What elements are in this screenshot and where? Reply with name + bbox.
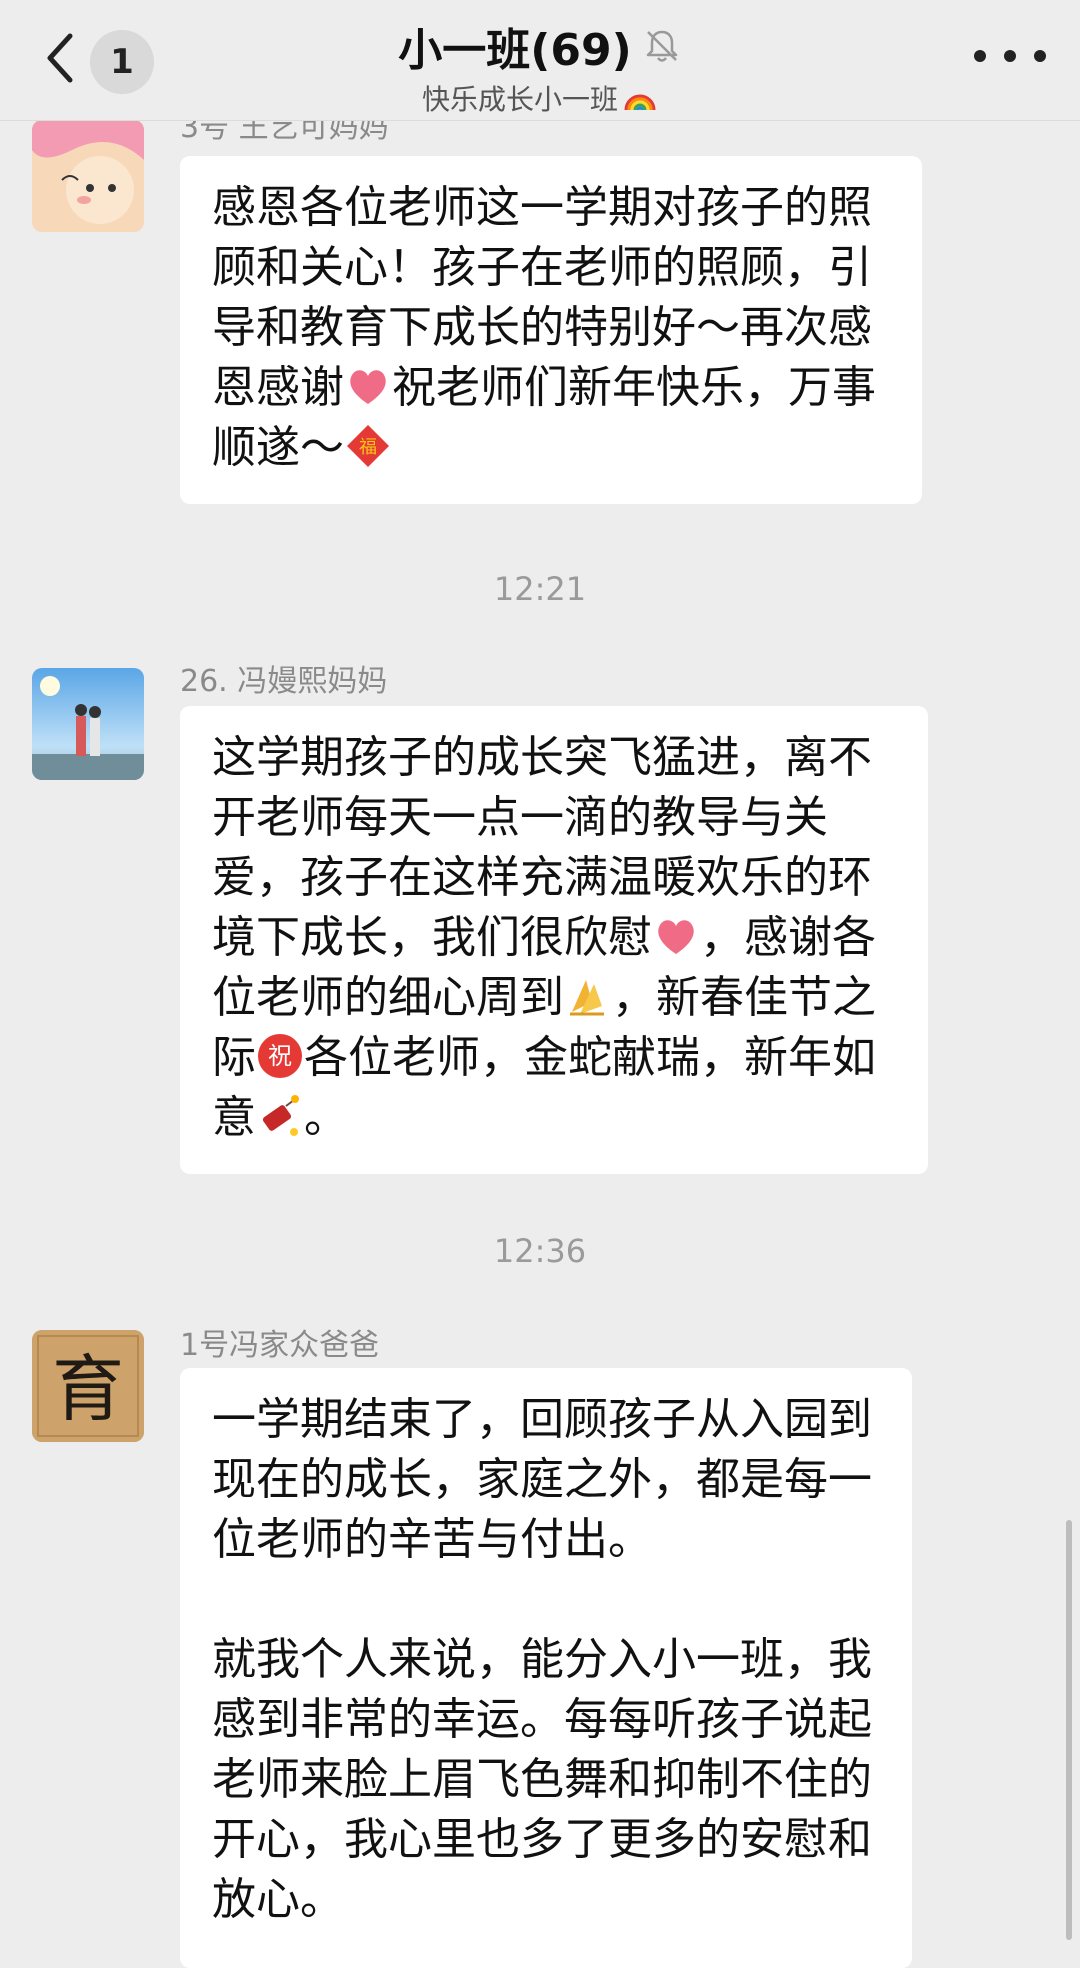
more-options-button[interactable] bbox=[974, 36, 1046, 76]
svg-text:福: 福 bbox=[359, 437, 377, 458]
message-paragraph: 一学期结束了，回顾孩子从入园到现在的成长，家庭之外，都是每一位老师的辛苦与付出。 bbox=[212, 1394, 872, 1565]
zhu-badge-emoji-icon: 祝 bbox=[256, 1032, 304, 1080]
message-paragraph: 就我个人来说，能分入小一班，我感到非常的幸运。每每听孩子说起老师来脸上眉飞色舞和… bbox=[212, 1634, 872, 1925]
message-text: 这学期孩子的成长突飞猛进，离不开老师每天一点一滴的教导与关爱，孩子在这样充满温暖… bbox=[212, 732, 876, 1143]
svg-text:祝: 祝 bbox=[268, 1042, 292, 1070]
sender-name: 1号冯家众爸爸 bbox=[180, 1328, 380, 1363]
fu-diamond-emoji-icon: 福 bbox=[344, 422, 392, 470]
firecracker-emoji-icon bbox=[256, 1092, 304, 1140]
message-bubble[interactable]: 这学期孩子的成长突飞猛进，离不开老师每天一点一滴的教导与关爱，孩子在这样充满温暖… bbox=[180, 706, 928, 1174]
heart-emoji-icon bbox=[344, 362, 392, 410]
timestamp: 12:21 bbox=[493, 570, 587, 608]
svg-text:育: 育 bbox=[52, 1347, 124, 1431]
message-bubble[interactable]: 感恩各位老师这一学期对孩子的照顾和关心！孩子在老师的照顾，引导和教育下成长的特别… bbox=[180, 156, 922, 504]
rainbow-emoji-icon bbox=[622, 84, 658, 112]
dot-icon bbox=[1004, 50, 1016, 62]
avatar-photo-outdoor[interactable] bbox=[32, 668, 144, 780]
message-bubble[interactable]: 一学期结束了，回顾孩子从入园到现在的成长，家庭之外，都是每一位老师的辛苦与付出。… bbox=[180, 1368, 912, 1968]
chat-title[interactable]: 小一班(69) bbox=[398, 14, 631, 78]
sender-name: 26. 冯嫚熙妈妈 bbox=[180, 664, 388, 699]
title-block: 小一班(69) 快乐成长小一班 bbox=[0, 14, 1080, 118]
chat-subtitle: 快乐成长小一班 bbox=[421, 83, 618, 116]
avatar-cartoon-girl[interactable] bbox=[32, 120, 144, 232]
heart-emoji-icon bbox=[652, 912, 700, 960]
timestamp: 12:36 bbox=[493, 1232, 587, 1270]
message-text: 感恩各位老师这一学期对孩子的照顾和关心！孩子在老师的照顾，引导和教育下成长的特别… bbox=[212, 182, 876, 473]
pray-hands-emoji-icon bbox=[564, 972, 612, 1020]
dot-icon bbox=[974, 50, 986, 62]
mute-bell-icon bbox=[642, 26, 682, 66]
scrollbar[interactable] bbox=[1066, 1520, 1072, 1940]
chat-header: 1 小一班(69) 快乐成长小一班 bbox=[0, 0, 1080, 121]
dot-icon bbox=[1034, 50, 1046, 62]
avatar-calligraphy[interactable]: 育 bbox=[32, 1330, 144, 1442]
